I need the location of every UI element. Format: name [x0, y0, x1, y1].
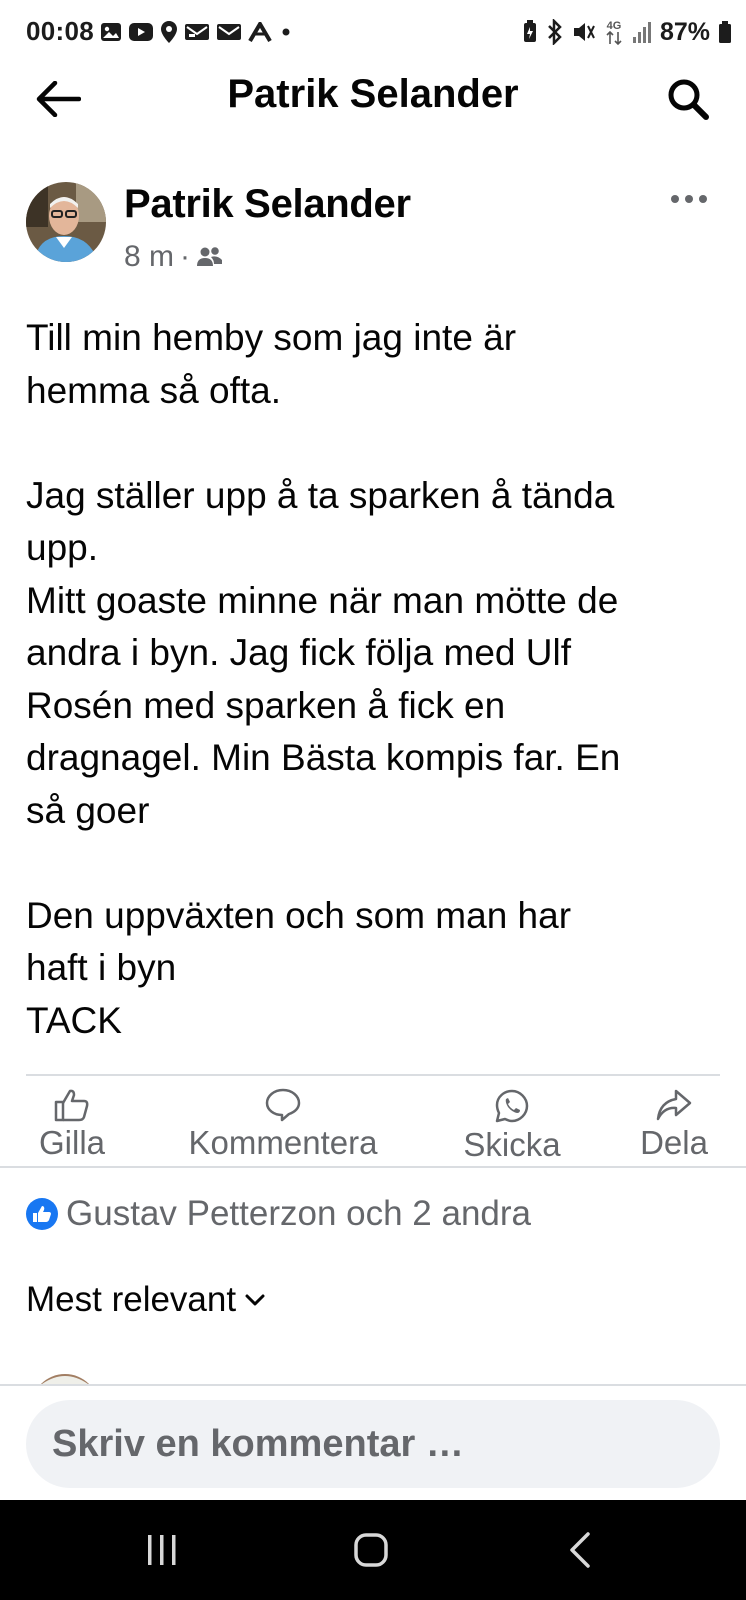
home-icon [354, 1533, 388, 1567]
dot-icon [282, 28, 290, 36]
like-label: Gilla [38, 1124, 106, 1161]
signal-icon [632, 22, 651, 43]
battery-percent: 87% [659, 17, 710, 46]
divider [0, 1166, 746, 1168]
reactions-text: Gustav Petterzon och 2 andra [66, 1194, 531, 1233]
comment-icon [265, 1088, 301, 1122]
post-line: Mitt goaste minne när man mötte de [26, 579, 619, 621]
like-button[interactable]: Gilla [26, 1088, 118, 1184]
post-line: haft i byn [26, 947, 177, 988]
post-options-button[interactable] [664, 184, 714, 214]
recents-icon [148, 1535, 176, 1565]
post-line: Den uppväxten och som man har [26, 894, 572, 936]
bluetooth-icon [548, 19, 562, 45]
friends-icon [197, 247, 223, 266]
post-line: dragnagel. Min Bästa kompis far. En [26, 737, 621, 778]
status-bar: 00:08 4G 87% [0, 0, 746, 66]
thumbs-up-icon [54, 1089, 89, 1122]
author-avatar[interactable] [26, 182, 106, 262]
ellipsis-icon [671, 195, 707, 203]
mail-icon [217, 24, 241, 40]
meta-separator: · [180, 240, 191, 273]
mail-icon [185, 24, 209, 40]
send-button[interactable]: Skicka [456, 1088, 568, 1184]
search-icon [668, 79, 709, 120]
post-meta: 8 m · [124, 240, 224, 274]
mute-icon [573, 23, 595, 41]
send-label: Skicka [463, 1126, 561, 1163]
post-line: hemma så ofta. [26, 369, 282, 411]
battery-icon [719, 21, 731, 43]
system-icons: 4G 87% [522, 17, 732, 47]
share-button[interactable]: Dela [628, 1088, 720, 1184]
reactions-summary[interactable]: Gustav Petterzon och 2 andra [26, 1194, 531, 1234]
post-line: Jag ställer upp å ta sparken å tända [26, 474, 615, 516]
status-time: 00:08 [26, 16, 94, 46]
divider [26, 1074, 720, 1076]
sort-label: Mest relevant [26, 1280, 237, 1319]
post-line: TACK [26, 999, 122, 1041]
app-icon [248, 22, 272, 42]
post-author-name[interactable]: Patrik Selander [124, 182, 411, 227]
whatsapp-icon [495, 1089, 529, 1123]
post-line: Rosén med sparken å fick en [26, 684, 506, 726]
battery-saver-icon [523, 20, 536, 42]
network-4g-icon: 4G [606, 20, 622, 46]
post-line: upp. [26, 527, 99, 568]
gallery-icon [101, 23, 121, 41]
avatar-photo [26, 182, 106, 262]
like-badge-icon [26, 1198, 58, 1230]
svg-text:4G: 4G [607, 20, 622, 32]
post-line: Till min hemby som jag inte är [26, 317, 517, 358]
back-icon [570, 1532, 590, 1568]
post-line: så goer [26, 789, 150, 831]
home-button[interactable] [326, 1520, 416, 1580]
share-label: Dela [640, 1124, 708, 1161]
system-back-button[interactable] [535, 1520, 625, 1580]
post-line [26, 837, 726, 890]
divider [0, 1384, 746, 1386]
comment-button[interactable]: Kommentera [178, 1088, 388, 1184]
post-line [26, 417, 726, 470]
notification-icons [100, 19, 294, 45]
share-icon [656, 1089, 692, 1121]
recents-button[interactable] [117, 1520, 207, 1580]
page-title: Patrik Selander [227, 72, 519, 116]
youtube-icon [129, 23, 153, 41]
comment-label: Kommentera [188, 1124, 378, 1161]
search-button[interactable] [660, 74, 716, 124]
post-line: andra i byn. Jag fick följa med Ulf [26, 632, 571, 673]
post-text: Till min hemby som jag inte är hemma så … [26, 312, 726, 1047]
post-time[interactable]: 8 m [124, 240, 174, 274]
location-icon [161, 21, 177, 43]
comment-input[interactable] [26, 1400, 720, 1488]
comment-sort-dropdown[interactable]: Mest relevant [26, 1280, 266, 1320]
chevron-down-icon [245, 1294, 265, 1306]
